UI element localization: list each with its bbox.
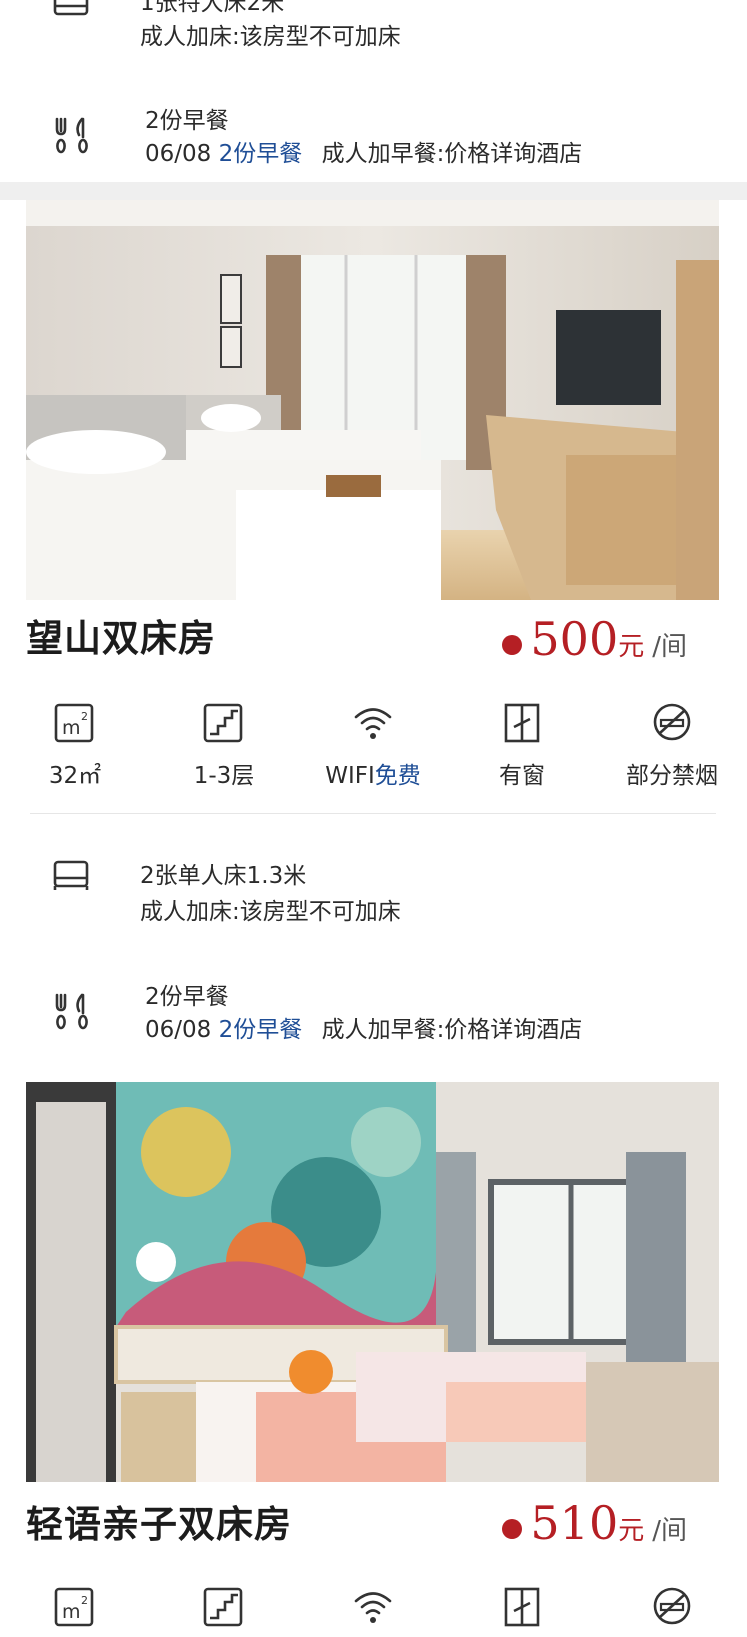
fork-knife-icon bbox=[52, 993, 92, 1031]
room-price-1: 500元/间 bbox=[502, 612, 687, 666]
room-name-2[interactable]: 轻语亲子双床房 bbox=[26, 1494, 292, 1548]
window-icon bbox=[500, 1584, 544, 1632]
breakfast-count-text: 2份早餐 bbox=[145, 108, 229, 134]
price-per-room: /间 bbox=[652, 1516, 687, 1546]
breakfast-date: 06/08 bbox=[145, 141, 212, 167]
price-dot-icon bbox=[502, 634, 523, 655]
svg-text:2: 2 bbox=[81, 1594, 88, 1607]
price-amount: 500 bbox=[530, 612, 619, 666]
fork-knife-icon bbox=[52, 117, 92, 155]
feature-floor-label: 1-3层 bbox=[193, 763, 255, 789]
extra-bed-text: 成人加床:该房型不可加床 bbox=[140, 899, 401, 925]
feature-area: m2 32㎡ bbox=[0, 700, 150, 790]
room-price-2: 510元/间 bbox=[502, 1496, 687, 1550]
no-smoking-icon bbox=[650, 1584, 694, 1632]
bed-icon bbox=[52, 860, 90, 890]
feature-floor: 1-3层 bbox=[149, 700, 299, 790]
breakfast-highlight: 2份早餐 bbox=[218, 141, 303, 167]
feature-window-label: 有窗 bbox=[499, 763, 545, 789]
square-meter-icon: m2 bbox=[53, 700, 97, 744]
divider bbox=[30, 813, 716, 814]
price-amount: 510 bbox=[530, 1496, 619, 1550]
breakfast-detail-line: 06/08 2份早餐 成人加早餐:价格详询酒店 bbox=[145, 139, 582, 169]
breakfast-highlight: 2份早餐 bbox=[218, 1017, 303, 1043]
feature-window: 有窗 bbox=[447, 700, 597, 790]
breakfast-detail-line: 06/08 2份早餐 成人加早餐:价格详询酒店 bbox=[145, 1015, 582, 1045]
bed-type-text: 2张单人床1.3米 bbox=[140, 863, 307, 889]
square-meter-icon: m2 bbox=[53, 1584, 97, 1632]
feature-smoking: 部分禁烟 bbox=[597, 700, 747, 790]
wifi-icon bbox=[351, 1584, 395, 1632]
room-name-1[interactable]: 望山双床房 bbox=[26, 608, 216, 662]
breakfast-date: 06/08 bbox=[145, 1017, 212, 1043]
bed-type-text: 1张特大床2米 bbox=[140, 0, 285, 16]
room-photo-2[interactable] bbox=[26, 1082, 719, 1482]
price-per-room: /间 bbox=[652, 632, 687, 662]
stairs-icon bbox=[202, 1584, 246, 1632]
section-separator bbox=[0, 182, 747, 200]
wifi-icon bbox=[351, 700, 395, 744]
breakfast-extra: 成人加早餐:价格详询酒店 bbox=[321, 141, 583, 167]
no-smoking-icon bbox=[650, 700, 694, 744]
svg-text:m: m bbox=[62, 1601, 81, 1623]
price-currency: 元 bbox=[618, 632, 645, 662]
breakfast-extra: 成人加早餐:价格详询酒店 bbox=[321, 1017, 583, 1043]
feature-smoking-label: 部分禁烟 bbox=[626, 763, 718, 789]
room-photo-1[interactable] bbox=[26, 200, 719, 600]
feature-area-label: 32㎡ bbox=[48, 763, 102, 789]
window-icon bbox=[500, 700, 544, 744]
feature-wifi-label: WIFI免费 bbox=[298, 756, 448, 790]
bed-icon bbox=[52, 0, 90, 18]
stairs-icon bbox=[202, 700, 246, 744]
svg-text:2: 2 bbox=[81, 710, 88, 723]
extra-bed-text: 成人加床:该房型不可加床 bbox=[140, 24, 401, 50]
wifi-prefix: WIFI bbox=[325, 763, 375, 789]
wifi-free: 免费 bbox=[374, 763, 421, 789]
svg-text:m: m bbox=[62, 717, 81, 739]
price-dot-icon bbox=[502, 1518, 523, 1539]
feature-wifi: WIFI免费 bbox=[298, 700, 448, 790]
price-currency: 元 bbox=[618, 1516, 645, 1546]
breakfast-count-text: 2份早餐 bbox=[145, 984, 229, 1010]
